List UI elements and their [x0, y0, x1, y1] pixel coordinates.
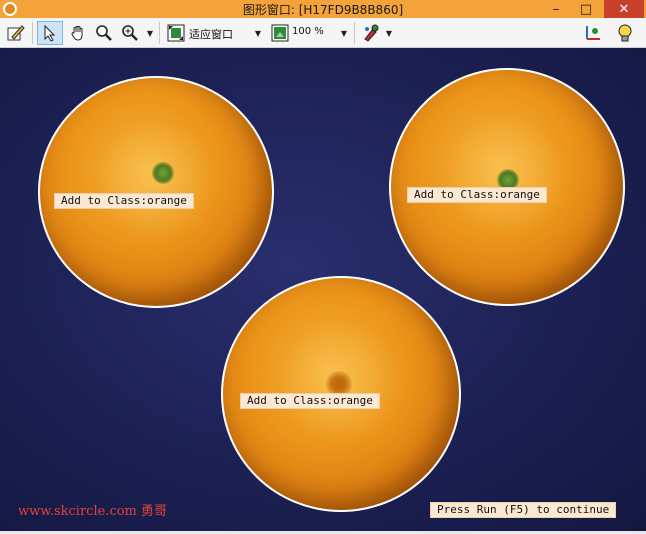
orange-region-1 [38, 76, 274, 308]
zoom-in-icon[interactable] [118, 21, 142, 45]
fit-window-icon[interactable] [164, 21, 188, 45]
zoom-level-chevron-icon[interactable]: ▼ [339, 21, 349, 45]
class-label-2: Add to Class:orange [407, 187, 547, 203]
maximize-button[interactable]: □ [578, 0, 594, 18]
lightbulb-icon[interactable] [612, 21, 638, 45]
minimize-button[interactable]: – [548, 0, 564, 18]
edit-icon[interactable] [4, 21, 28, 45]
color-dropdown-chevron-icon[interactable]: ▼ [384, 21, 394, 45]
image-canvas[interactable]: Add to Class:orange Add to Class:orange … [0, 48, 646, 531]
class-label-3: Add to Class:orange [240, 393, 380, 409]
watermark-text: www.skcircle.com 勇哥 [18, 504, 168, 519]
color-picker-icon[interactable] [359, 21, 383, 45]
status-message: Press Run (F5) to continue [430, 502, 617, 518]
zoom-level-icon [268, 21, 292, 45]
orange-stem-1 [152, 162, 174, 184]
coordinate-axes-icon[interactable] [580, 21, 606, 45]
fit-dropdown-chevron-icon[interactable]: ▼ [253, 21, 263, 45]
title-bar: 图形窗口: [H17FD9B8B860] – □ ✕ [0, 0, 646, 18]
zoom-dropdown-chevron-icon[interactable]: ▼ [145, 21, 155, 45]
pan-hand-icon[interactable] [66, 21, 90, 45]
class-label-1: Add to Class:orange [54, 193, 194, 209]
pointer-icon[interactable] [37, 21, 63, 45]
fit-window-select[interactable]: 适应窗口 [189, 26, 233, 42]
close-button[interactable]: ✕ [604, 0, 644, 18]
zoom-level-select[interactable]: 100 % [292, 26, 324, 37]
toolbar: ▼ 适应窗口 ▼ 100 % ▼ ▼ [0, 18, 646, 48]
magnifier-icon[interactable] [92, 21, 116, 45]
